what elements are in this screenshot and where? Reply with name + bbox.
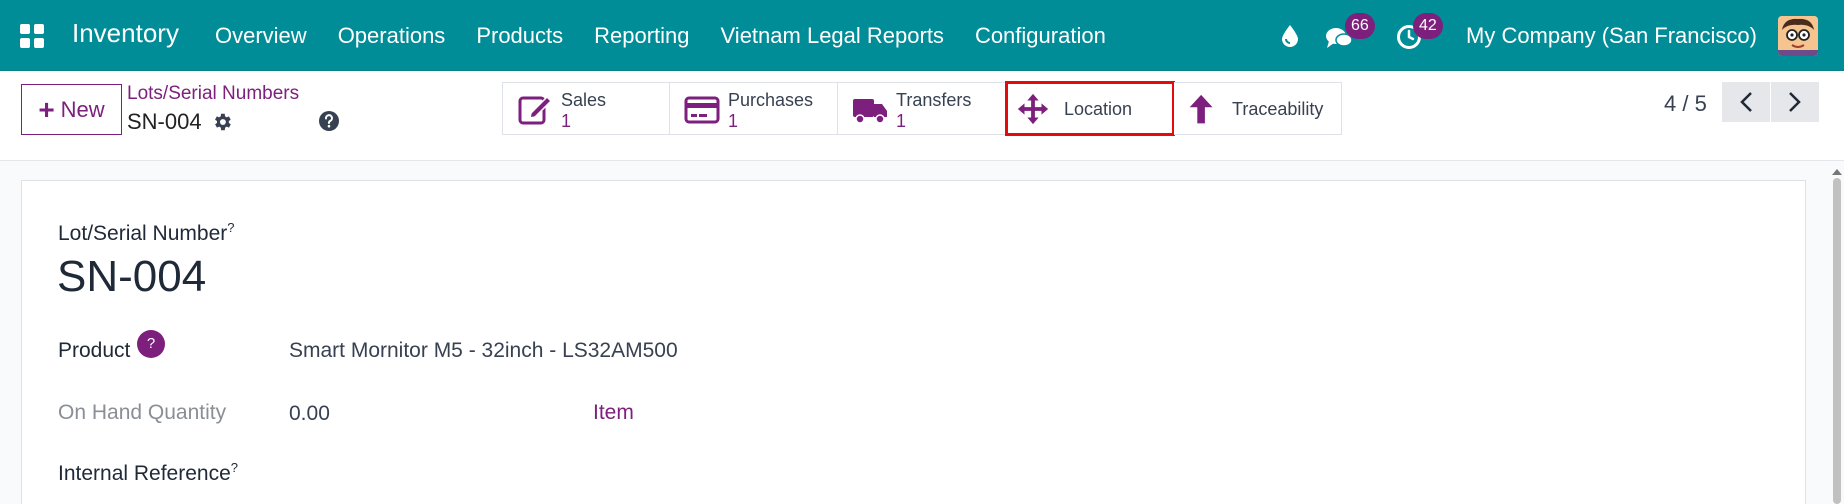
new-button-label: New [60, 96, 105, 122]
sales-count: 1 [561, 111, 572, 131]
edit-icon [518, 95, 553, 125]
scroll-up-arrow-icon[interactable] [1832, 169, 1842, 175]
menu-vietnam-legal-reports[interactable]: Vietnam Legal Reports [721, 23, 944, 49]
menu-products[interactable]: Products [476, 23, 563, 49]
record-name: SN-004 [127, 109, 202, 134]
transfers-smart-button[interactable]: Transfers 1 [838, 82, 1006, 135]
pager-value[interactable]: 4 / 5 [1664, 91, 1707, 117]
lot-help-tooltip[interactable]: ? [227, 220, 234, 235]
scrollbar-thumb[interactable] [1833, 178, 1841, 504]
lot-serial-label: Lot/Serial Number? [58, 220, 235, 245]
pager-previous-button[interactable] [1722, 82, 1770, 122]
on-hand-quantity-value: 0.00 [289, 402, 330, 425]
company-switcher[interactable]: My Company (San Francisco) [1466, 23, 1757, 49]
apps-grid-icon[interactable] [20, 24, 44, 48]
new-button[interactable]: + New [21, 84, 122, 135]
internal-reference-help-tooltip[interactable]: ? [231, 460, 238, 475]
truck-icon [853, 99, 887, 124]
product-field[interactable]: Smart Mornitor M5 - 32inch - LS32AM500 [289, 339, 678, 363]
messages-count-badge: 66 [1345, 13, 1375, 39]
product-help-icon[interactable]: ? [137, 330, 165, 358]
avatar[interactable] [1778, 16, 1818, 56]
purchases-smart-button[interactable]: Purchases 1 [670, 82, 838, 135]
control-panel: + New Lots/Serial Numbers SN-004 Sales 1 [0, 71, 1844, 161]
arrow-up-icon [1189, 94, 1213, 124]
credit-card-icon [684, 96, 720, 124]
menu-overview[interactable]: Overview [215, 23, 307, 49]
traceability-smart-button[interactable]: Traceability [1174, 82, 1342, 135]
gear-icon[interactable] [211, 111, 233, 133]
on-hand-quantity-label: On Hand Quantity [58, 401, 227, 424]
droplet-icon[interactable] [1280, 24, 1300, 48]
lot-serial-value[interactable]: SN-004 [57, 252, 206, 302]
chevron-right-icon [1789, 92, 1801, 112]
location-smart-button[interactable]: Location [1005, 81, 1175, 136]
sales-smart-button[interactable]: Sales 1 [502, 82, 670, 135]
purchases-count: 1 [728, 111, 739, 131]
main-menu: Overview Operations Products Reporting V… [215, 23, 1137, 49]
app-title[interactable]: Inventory [72, 18, 179, 49]
sales-label: Sales [561, 90, 607, 110]
smart-buttons: Sales 1 Purchases 1 Transfers 1 Location… [502, 81, 1342, 136]
breadcrumb[interactable]: Lots/Serial Numbers [127, 83, 299, 105]
chevron-left-icon [1740, 92, 1752, 112]
transfers-count: 1 [896, 111, 907, 131]
menu-reporting[interactable]: Reporting [594, 23, 689, 49]
location-label: Location [1064, 99, 1133, 119]
plus-icon: + [38, 93, 55, 125]
top-navbar: Inventory Overview Operations Products R… [0, 0, 1844, 71]
transfers-label: Transfers [896, 90, 972, 110]
menu-configuration[interactable]: Configuration [975, 23, 1106, 49]
purchases-label: Purchases [728, 90, 814, 110]
traceability-label: Traceability [1232, 99, 1324, 119]
menu-operations[interactable]: Operations [338, 23, 446, 49]
help-icon[interactable] [318, 110, 340, 132]
unit-of-measure-link[interactable]: Item [593, 401, 634, 425]
product-label: Product [58, 339, 131, 362]
pager-next-button[interactable] [1771, 82, 1819, 122]
move-arrows-icon [1017, 93, 1049, 125]
activities-count-badge: 42 [1413, 13, 1443, 39]
internal-reference-label: Internal Reference? [58, 460, 239, 485]
